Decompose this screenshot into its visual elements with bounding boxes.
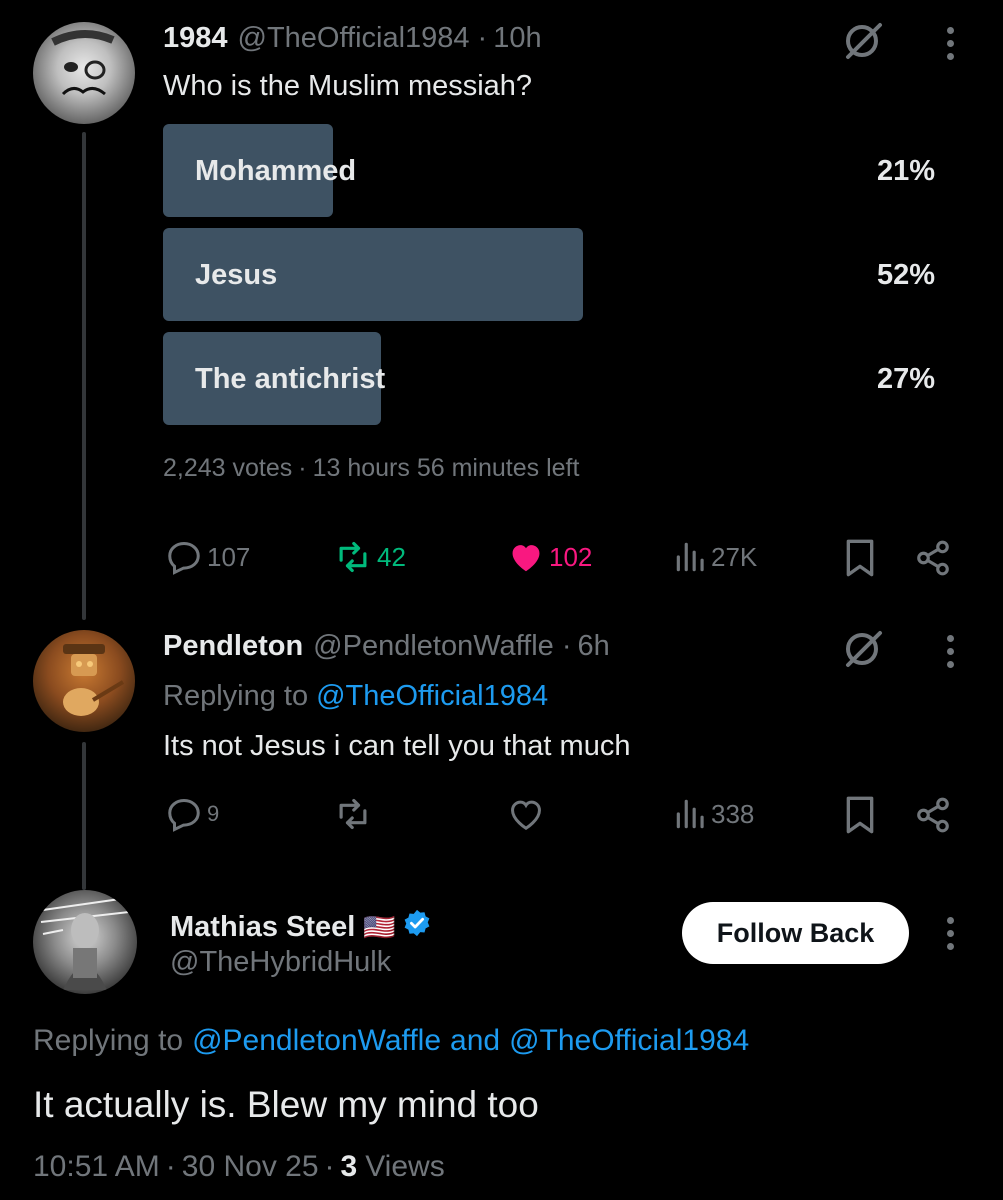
flag-emoji: 🇺🇸 [363,911,396,942]
repost-icon [333,538,373,576]
repost-button[interactable]: 42 [333,538,406,576]
like-button[interactable] [507,795,545,833]
reply-count: 107 [207,541,251,572]
more-icon[interactable] [947,27,955,60]
poll-option-percent: 27% [876,363,935,395]
tweet-text: Who is the Muslim messiah? [163,70,533,102]
mention-link[interactable]: @TheOfficial1984 [509,1024,749,1058]
poll-option-label: Mohammed [195,155,357,187]
author-name[interactable]: Pendleton [163,630,303,663]
reply-button[interactable]: 107 [165,538,250,576]
share-icon[interactable] [914,795,952,840]
tweet-meta: 10:51 AM · 30 Nov 25 · 3 Views [33,1150,445,1184]
poll-votes: 2,243 votes [163,454,293,482]
bookmark-icon[interactable] [843,795,877,840]
views-count: 3 [340,1150,358,1183]
like-icon [507,538,545,576]
reply-count: 9 [207,801,220,826]
separator: · [298,454,307,482]
like-icon [507,795,545,833]
views-icon [675,538,707,576]
separator: · [165,1150,176,1183]
post-date[interactable]: 30 Nov 25 [182,1150,319,1184]
avatar[interactable] [33,630,135,732]
separator: · [477,22,488,54]
author-name[interactable]: 1984 [163,22,228,55]
views-label: Views [365,1150,445,1183]
views-count: 338 [711,798,755,829]
views-button[interactable]: 27K [675,538,757,576]
tweet-text: It actually is. Blew my mind too [33,1084,539,1125]
author-handle[interactable]: @PendletonWaffle [313,630,554,663]
verified-badge-icon[interactable] [402,908,432,946]
poll-time-left: 13 hours 56 minutes left [312,454,580,482]
bookmark-icon[interactable] [843,538,877,583]
tweet-text: Its not Jesus i can tell you that much [163,730,631,762]
separator: · [561,630,572,662]
avatar[interactable] [33,890,137,994]
repost-count: 42 [377,541,406,572]
thread-line [82,742,86,890]
share-icon[interactable] [914,538,952,583]
poll-option-percent: 52% [876,259,935,291]
post-time[interactable]: 10:51 AM [33,1150,160,1184]
poll-meta: 2,243 votes · 13 hours 56 minutes left [163,454,579,483]
author-name[interactable]: Mathias Steel [170,911,355,944]
poll-option-percent: 21% [876,155,935,187]
more-icon[interactable] [947,917,955,950]
like-button[interactable]: 102 [507,538,592,576]
poll-option-label: Jesus [195,259,278,291]
replying-to-label: Replying to [33,1024,184,1057]
grok-icon[interactable] [842,20,884,67]
views-button[interactable]: 338 [675,795,754,833]
reply-button[interactable]: 9 [165,795,219,833]
like-count: 102 [549,541,593,572]
views-icon [675,795,707,833]
reply-icon [165,795,203,833]
more-icon[interactable] [947,635,955,668]
and-label: and [450,1024,501,1057]
repost-button[interactable] [333,795,373,833]
mention-link[interactable]: @TheOfficial1984 [316,680,548,713]
avatar[interactable] [33,22,135,124]
mention-link[interactable]: @PendletonWaffle [192,1024,441,1058]
poll-option-label: The antichrist [195,363,386,395]
author-handle[interactable]: @TheHybridHulk [170,946,391,979]
author-handle[interactable]: @TheOfficial1984 [238,22,470,55]
follow-back-button[interactable]: Follow Back [682,902,909,964]
thread-line [82,132,86,620]
reply-icon [165,538,203,576]
separator: · [324,1150,335,1183]
timestamp[interactable]: 6h [577,630,609,663]
replying-to-label: Replying to [163,680,309,712]
grok-icon[interactable] [842,628,884,675]
repost-icon [333,795,373,833]
views-count: 27K [711,541,758,572]
timestamp[interactable]: 10h [493,22,541,55]
